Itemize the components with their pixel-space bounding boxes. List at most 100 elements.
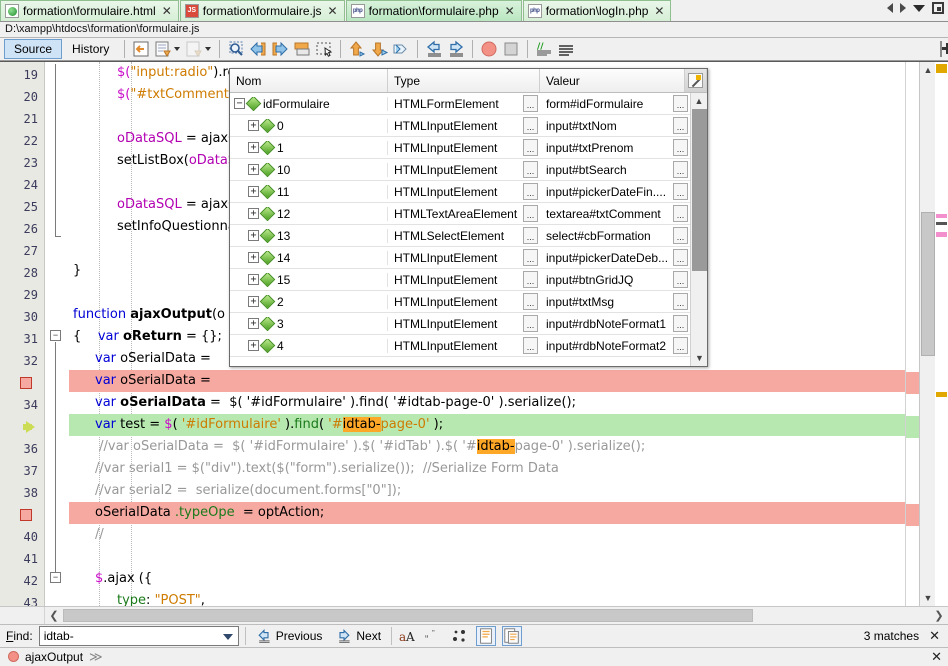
chevron-down-icon[interactable] [205,46,212,51]
variable-value-cell[interactable]: input#rdbNoteFormat1... [540,315,690,332]
open-value-details-button[interactable]: ... [673,293,688,310]
shift-line-up-icon[interactable] [347,39,367,59]
editor-tab-formulaire-html[interactable]: formation\formulaire.html ✕ [0,0,179,21]
open-type-details-button[interactable]: ... [523,227,538,244]
current-method-label[interactable]: ajaxOutput [25,650,83,664]
variable-type-cell[interactable]: HTMLFormElement... [388,95,540,112]
close-status-bar-icon[interactable]: ✕ [931,649,948,665]
line-number[interactable]: 36 [0,438,44,460]
open-type-details-button[interactable]: ... [523,249,538,266]
line-number[interactable]: 42 [0,570,44,592]
expand-node-icon[interactable]: + [248,142,259,153]
annotation-marker-bar[interactable] [935,61,948,606]
next-error-icon[interactable] [270,39,290,59]
scroll-down-icon[interactable]: ▼ [920,590,936,606]
column-header-nom[interactable]: Nom [230,69,388,92]
variables-table-row[interactable]: +0 HTMLInputElement... input#txtNom... [230,115,690,137]
variable-type-cell[interactable]: HTMLInputElement... [388,117,540,134]
line-number[interactable]: 23 [0,152,44,174]
open-value-details-button[interactable]: ... [673,205,688,222]
open-type-details-button[interactable]: ... [523,271,538,288]
warning-marker[interactable] [936,391,947,397]
open-type-details-button[interactable]: ... [523,183,538,200]
column-header-type[interactable]: Type [388,69,540,92]
open-value-details-button[interactable]: ... [673,117,688,134]
code-line[interactable]: var test = $( '#idFormulaire' ).find( '#… [69,413,905,436]
variables-table-row[interactable]: +15 HTMLInputElement... input#btnGridJQ... [230,269,690,291]
scrollbar-thumb[interactable] [921,211,935,356]
find-selection-icon[interactable] [226,39,246,59]
line-number[interactable]: 41 [0,548,44,570]
variable-name-cell[interactable]: +3 [230,316,388,331]
scroll-up-icon[interactable]: ▲ [920,62,936,78]
toggle-highlight-icon[interactable] [391,39,411,59]
breakpoint-icon[interactable] [20,376,32,389]
scrollbar-thumb[interactable] [63,608,753,622]
expand-node-icon[interactable]: + [248,296,259,307]
variables-table-row[interactable]: +2 HTMLInputElement... input#txtMsg... [230,291,690,313]
variable-type-cell[interactable]: HTMLInputElement... [388,315,540,332]
preserve-case-toggle[interactable] [502,625,523,646]
line-number[interactable]: 31 [0,328,44,350]
close-tab-icon[interactable]: ✕ [326,4,338,18]
whole-words-icon[interactable]: “” [424,626,444,646]
line-number[interactable]: 29 [0,284,44,306]
variable-value-cell[interactable]: input#btSearch... [540,161,690,178]
tab-source[interactable]: Source [4,38,63,59]
variable-name-cell[interactable]: +15 [230,272,388,287]
variable-type-cell[interactable]: HTMLInputElement... [388,249,540,266]
variable-name-cell[interactable]: +4 [230,338,388,353]
open-type-details-button[interactable]: ... [523,161,538,178]
variable-type-cell[interactable]: HTMLInputElement... [388,139,540,156]
code-line[interactable]: $.ajax ({ [69,568,905,590]
variable-name-cell[interactable]: +1 [230,140,388,155]
variable-value-cell[interactable]: input#pickerDateDeb...... [540,249,690,266]
code-line[interactable]: // [69,524,905,546]
scroll-down-icon[interactable]: ▼ [691,350,707,366]
scroll-left-icon[interactable]: ❮ [45,607,63,624]
line-number-gutter[interactable]: 19 20 21 22 23 24 25 26 27 28 29 30 31 32 34 36 37 38 40 41… [0,61,45,606]
fold-toggle-icon[interactable]: − [50,329,61,341]
variable-name-cell[interactable]: − idFormulaire [230,96,388,111]
chevron-down-icon[interactable] [222,633,233,640]
variable-value-cell[interactable]: input#txtPrenom... [540,139,690,156]
find-next-button[interactable]: Next [332,626,385,646]
code-line[interactable]: oSerialData .typeOpe = optAction; [69,501,905,524]
filter-variables-icon[interactable] [685,69,707,92]
open-value-details-button[interactable]: ... [673,95,688,112]
open-type-details-button[interactable]: ... [523,293,538,310]
expand-node-icon[interactable]: + [248,164,259,175]
warning-marker[interactable] [936,63,947,73]
close-tab-icon[interactable]: ✕ [503,4,515,18]
tab-list-dropdown-icon[interactable] [913,4,925,12]
line-number[interactable]: 22 [0,130,44,152]
occurrence-marker[interactable] [936,213,947,218]
occurrence-marker[interactable] [936,231,947,237]
line-number[interactable]: 25 [0,196,44,218]
fold-toggle-icon[interactable]: − [50,571,61,583]
variables-table-row[interactable]: +3 HTMLInputElement... input#rdbNoteFormat… [230,313,690,335]
expand-node-icon[interactable]: + [248,120,259,131]
open-value-details-button[interactable]: ... [673,315,688,332]
scroll-up-icon[interactable]: ▲ [691,93,707,109]
line-number[interactable]: 26 [0,218,44,240]
variables-table[interactable]: − idFormulaire HTMLFormElement... form#idFo… [230,93,690,366]
line-number[interactable]: 27 [0,240,44,262]
previous-bookmark-icon[interactable] [184,39,204,59]
breakpoint-icon[interactable] [20,508,32,521]
variable-type-cell[interactable]: HTMLInputElement... [388,271,540,288]
start-macro-recording-icon[interactable] [479,39,499,59]
editor-vertical-scrollbar[interactable]: ▲ ▼ [919,61,936,606]
expand-node-icon[interactable]: + [248,252,259,263]
variable-name-cell[interactable]: +10 [230,162,388,177]
code-line[interactable]: //var oSerialData = $( '#idFormulaire' )… [69,436,905,458]
variable-name-cell[interactable]: +11 [230,184,388,199]
variables-table-row[interactable]: +1 HTMLInputElement... input#txtPrenom... [230,137,690,159]
line-number[interactable]: 40 [0,526,44,548]
variable-type-cell[interactable]: HTMLInputElement... [388,293,540,310]
variable-name-cell[interactable]: +12 [230,206,388,221]
line-number[interactable]: 21 [0,108,44,130]
variable-type-cell[interactable]: HTMLInputElement... [388,161,540,178]
open-type-details-button[interactable]: ... [523,95,538,112]
line-number[interactable]: 43 [0,592,44,606]
